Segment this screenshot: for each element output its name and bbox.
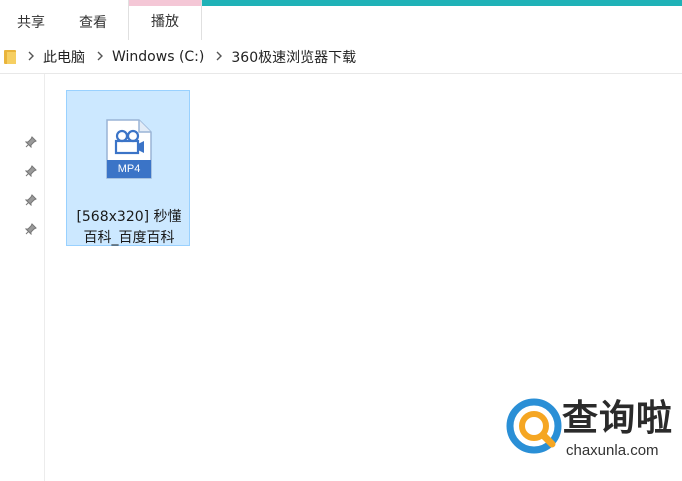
breadcrumb-this-pc[interactable]: 此电脑: [43, 47, 85, 67]
ribbon: 共享 查看 播放: [0, 0, 682, 41]
pin-icon[interactable]: [24, 136, 38, 150]
watermark-url: chaxunla.com: [566, 442, 659, 459]
breadcrumb-windows-c[interactable]: Windows (C:): [112, 49, 204, 65]
pin-icon[interactable]: [24, 165, 38, 179]
watermark-logo-icon: [506, 398, 562, 454]
breadcrumb-download-folder[interactable]: 360极速浏览器下载: [231, 47, 356, 67]
watermark: 查询啦 chaxunla.com: [506, 396, 682, 466]
chevron-right-icon[interactable]: [97, 49, 104, 65]
pin-icon[interactable]: [24, 194, 38, 208]
tab-play-highlight: [129, 0, 201, 6]
file-name-line-1: [568x320] 秒懂: [76, 209, 182, 225]
tab-share[interactable]: 共享: [8, 10, 54, 40]
chevron-right-icon[interactable]: [28, 49, 35, 65]
folder-icon: [4, 49, 16, 64]
file-type-label: MP4: [117, 163, 141, 175]
video-file-icon: MP4: [105, 119, 153, 179]
file-name-line-2: 百科_百度百科: [83, 230, 175, 246]
address-bar[interactable]: 此电脑 Windows (C:) 360极速浏览器下载: [0, 40, 682, 74]
watermark-brand: 查询啦: [562, 397, 674, 439]
tab-view[interactable]: 查看: [70, 10, 116, 40]
pin-icon[interactable]: [24, 223, 38, 237]
chevron-right-icon[interactable]: [216, 49, 223, 65]
navigation-pane: [0, 74, 45, 481]
file-name: [568x320] 秒懂 百科_百度百科: [71, 207, 187, 249]
tab-play-label: 播放: [151, 14, 179, 30]
tab-play[interactable]: 播放: [128, 0, 202, 40]
file-item[interactable]: MP4 [568x320] 秒懂 百科_百度百科: [66, 90, 190, 246]
ribbon-accent-bar: [200, 0, 682, 6]
